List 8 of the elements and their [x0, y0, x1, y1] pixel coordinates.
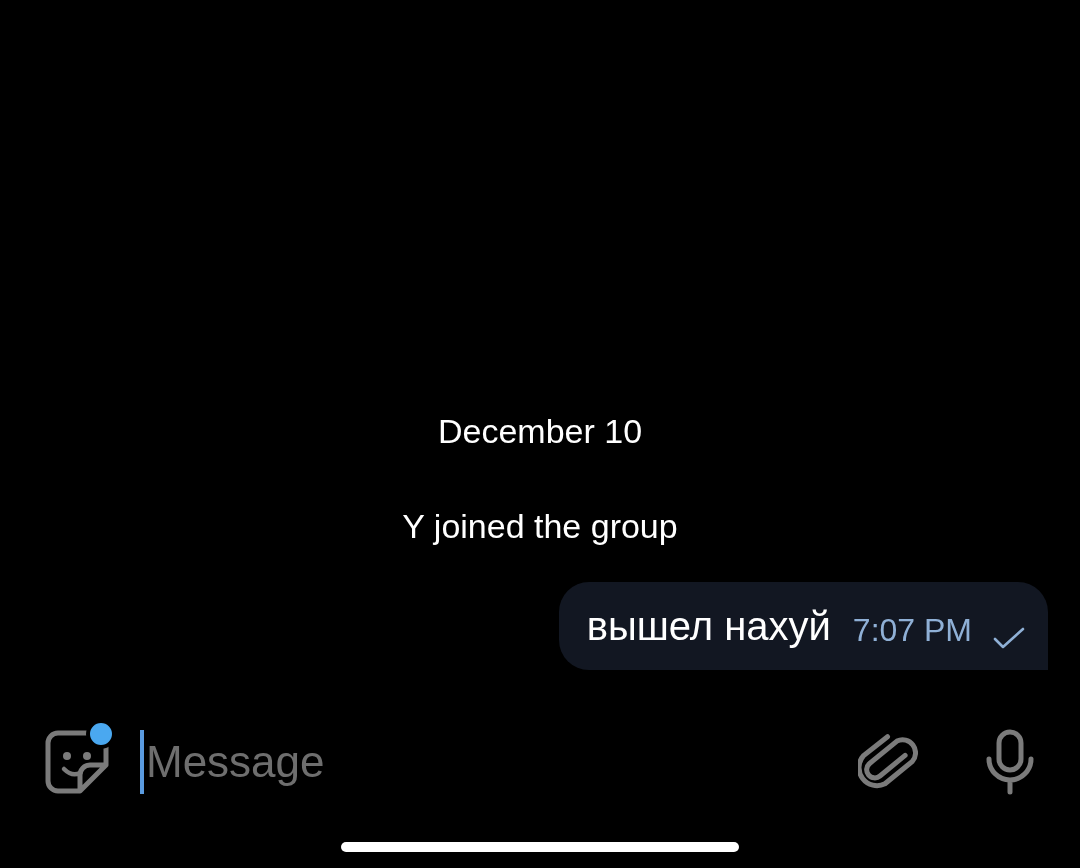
microphone-icon[interactable]	[984, 729, 1036, 795]
message-time: 7:07 PM	[852, 611, 972, 650]
text-cursor	[140, 730, 144, 794]
sticker-icon[interactable]	[44, 729, 110, 795]
message-text: вышел нахуй	[586, 603, 831, 650]
date-label: December 10	[437, 411, 643, 452]
service-message: Y joined the group	[402, 506, 678, 547]
message-field[interactable]: Message	[146, 729, 546, 795]
